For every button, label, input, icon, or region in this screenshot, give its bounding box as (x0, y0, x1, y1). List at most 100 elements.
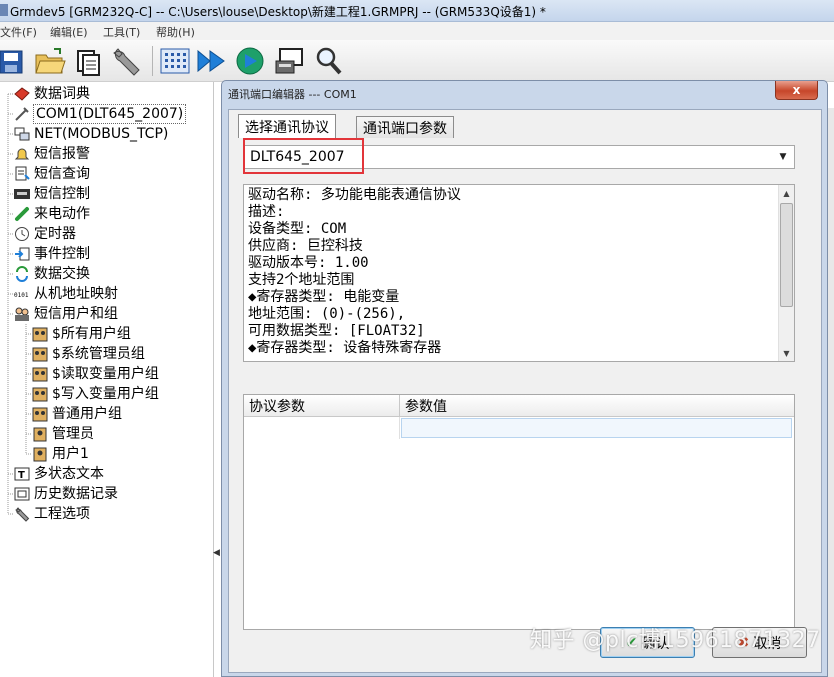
dialog-title: 通讯端口编辑器 --- COM1 (228, 88, 357, 101)
description-line: 供应商: 巨控科技 (248, 238, 363, 254)
tree-item-slave-address-map[interactable]: 0101 从机地址映射 (14, 284, 119, 304)
window-title: Grmdev5 [GRM232Q-C] -- C:\Users\louse\De… (10, 5, 546, 19)
tree-item-label: 历史数据记录 (34, 486, 118, 502)
toolbar-separator (152, 46, 153, 76)
binary-icon: 0101 (14, 291, 30, 299)
tree-item-label: 多状态文本 (34, 466, 104, 482)
toolbar (0, 40, 834, 82)
tree-item-admin[interactable]: 管理员 (32, 424, 95, 444)
tree-item-sysadmin-group[interactable]: $系统管理员组 (32, 344, 146, 364)
tree-item-label: 从机地址映射 (34, 286, 118, 302)
users-icon (15, 307, 29, 321)
tree-item-label: 数据交换 (34, 266, 90, 282)
tree-item-com1[interactable]: COM1(DLT645_2007) (14, 104, 187, 124)
close-icon: x (792, 83, 801, 97)
tree-item-timer[interactable]: 定时器 (14, 224, 77, 244)
tab-port-params[interactable]: 通讯端口参数 (356, 116, 454, 138)
event-icon (15, 247, 30, 261)
scrollbar-thumb[interactable] (780, 203, 793, 307)
user-group-icon (32, 327, 48, 342)
annotation-highlight-box (243, 138, 364, 174)
tree-item-all-users-group[interactable]: $所有用户组 (32, 324, 132, 344)
description-line: 支持2个地址范围 (248, 272, 355, 288)
tree-item-label: $所有用户组 (52, 326, 131, 342)
column-header-label: 参数值 (405, 398, 447, 415)
splitter-collapse-arrow[interactable]: ◀ (213, 548, 220, 558)
tree-item-history-records[interactable]: 历史数据记录 (14, 484, 119, 504)
column-header-param[interactable]: 协议参数 (244, 395, 400, 417)
table-row-param-cell[interactable] (244, 417, 400, 439)
description-line: 地址范围: (0)-(256), (248, 306, 406, 322)
tree-item-sms-control[interactable]: 短信控制 (14, 184, 91, 204)
tree-item-write-var-group[interactable]: $写入变量用户组 (32, 384, 160, 404)
open-folder-icon[interactable] (34, 45, 66, 77)
history-icon (14, 487, 30, 501)
forward-arrow-icon[interactable] (196, 45, 228, 77)
tree-item-data-exchange[interactable]: 数据交换 (14, 264, 91, 284)
user-group-icon (32, 347, 48, 362)
tree-item-label: 短信控制 (34, 186, 90, 202)
menu-file[interactable]: 文件(F) (0, 24, 37, 40)
tab-label: 选择通讯协议 (245, 119, 329, 136)
menu-tools[interactable]: 工具(T) (103, 24, 140, 40)
tree-item-sms-query[interactable]: 短信查询 (14, 164, 91, 184)
window-title-bar[interactable]: Grmdev5 [GRM232Q-C] -- C:\Users\louse\De… (0, 0, 834, 22)
tree-item-label: $读取变量用户组 (52, 366, 159, 382)
tab-label: 通讯端口参数 (363, 120, 447, 137)
menu-edit[interactable]: 编辑(E) (50, 24, 88, 40)
watermark-text: 知乎 @plc博15961871327 (530, 628, 821, 653)
driver-description[interactable]: 驱动名称: 多功能电能表通信协议 描述: 设备类型: COM 供应商: 巨控科技… (243, 184, 795, 362)
tree-item-label: 普通用户组 (52, 406, 122, 422)
table-row-value-cell[interactable] (401, 418, 792, 438)
app-icon (0, 4, 8, 16)
description-line: 可用数据类型: [FLOAT32] (248, 323, 425, 339)
tree-item-event-control[interactable]: 事件控制 (14, 244, 91, 264)
description-scrollbar[interactable]: ▲ ▼ (778, 185, 794, 361)
scroll-up-icon[interactable]: ▲ (779, 185, 794, 201)
tree-item-normal-users-group[interactable]: 普通用户组 (32, 404, 123, 424)
description-line: 设备类型: COM (248, 221, 347, 237)
exchange-icon (16, 266, 28, 282)
tree-item-read-var-group[interactable]: $读取变量用户组 (32, 364, 160, 384)
phone-icon (15, 207, 29, 221)
chevron-down-icon[interactable]: ▼ (776, 149, 790, 165)
copy-icon[interactable] (72, 45, 104, 77)
tree-item-sms-users-groups[interactable]: 短信用户和组 (14, 304, 119, 324)
tree-item-user1[interactable]: 用户1 (32, 444, 90, 464)
query-icon (15, 166, 30, 181)
user-icon (33, 427, 47, 442)
tree-item-label: 管理员 (52, 426, 94, 442)
user-group-icon (32, 367, 48, 382)
tree-item-data-dictionary[interactable]: 数据词典 (14, 84, 91, 104)
tab-select-protocol[interactable]: 选择通讯协议 (238, 114, 336, 138)
column-header-value[interactable]: 参数值 (400, 395, 794, 417)
tree-item-net[interactable]: NET(MODBUS_TCP) (14, 124, 169, 144)
description-text: 驱动名称: 多功能电能表通信协议 描述: 设备类型: COM 供应商: 巨控科技… (248, 187, 778, 357)
menu-help[interactable]: 帮助(H) (156, 24, 195, 40)
wrench-icon (15, 507, 30, 522)
wrench-icon[interactable] (110, 45, 142, 77)
description-line: 驱动版本号: 1.00 (248, 255, 369, 271)
tree-item-multistate-text[interactable]: T 多状态文本 (14, 464, 105, 484)
clock-icon (15, 227, 29, 241)
tree-item-sms-alarm[interactable]: 短信报警 (14, 144, 91, 164)
tree-item-label: 数据词典 (34, 86, 90, 102)
tree-item-label: COM1(DLT645_2007) (33, 104, 187, 124)
save-icon[interactable] (0, 45, 32, 77)
project-tree[interactable]: 数据词典 COM1(DLT645_2007) NET(MODBUS_TCP) 短… (0, 82, 214, 677)
com-port-icon (15, 107, 29, 121)
description-line: ◆寄存器类型: 电能变量 (248, 289, 400, 305)
run-icon[interactable] (234, 45, 266, 77)
scroll-down-icon[interactable]: ▼ (779, 345, 794, 361)
user-icon (33, 447, 47, 462)
protocol-param-grid[interactable]: 协议参数 参数值 (243, 394, 795, 630)
tree-item-label: NET(MODBUS_TCP) (34, 126, 169, 142)
search-icon[interactable] (312, 45, 344, 77)
grid-dots-icon[interactable] (159, 45, 191, 77)
user-group-icon (32, 407, 48, 422)
close-button[interactable]: x (775, 81, 818, 100)
tree-item-project-options[interactable]: 工程选项 (14, 504, 91, 524)
monitor-icon[interactable] (274, 45, 306, 77)
tree-item-incoming-call[interactable]: 来电动作 (14, 204, 91, 224)
bell-icon (14, 148, 30, 160)
